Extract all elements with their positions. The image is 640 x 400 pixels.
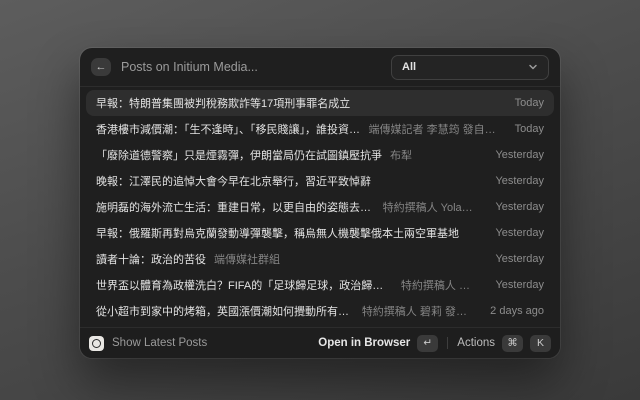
post-subtitle: 特約撰稿人 碧莉 發自倫敦 [362,303,472,319]
post-time: Yesterday [485,201,544,213]
post-time: Yesterday [485,227,544,239]
chevron-down-icon [528,62,538,72]
k-key-icon: K [530,335,551,352]
command-key-icon: ⌘ [502,335,523,352]
window-footer: Show Latest Posts Open in Browser ↵ Acti… [80,327,560,358]
post-subtitle: 特約撰稿人 Yolanda [383,199,478,215]
list-item[interactable]: 晚報：江澤民的追悼大會今早在北京舉行，習近平致悼辭 Yesterday [86,168,554,194]
extension-name: Show Latest Posts [112,337,207,349]
list-item[interactable]: 世界盃以體育為政權洗白？FIFA的「足球歸足球，政治歸政治」謊言揭秘 特約撰稿人… [86,272,554,298]
window-header: ← Posts on Initium Media... All [80,48,560,86]
post-title: 世界盃以體育為政權洗白？FIFA的「足球歸足球，政治歸政治」謊言揭秘 [96,277,393,293]
post-subtitle: 端傳媒社群組 [214,251,280,267]
back-arrow-icon: ← [96,61,107,73]
extension-icon [89,336,104,351]
list-item[interactable]: 從小超市到家中的烤箱，英國漲價潮如何攪動所有人的生活？ 特約撰稿人 碧莉 發自倫… [86,298,554,324]
post-title: 「廢除道德警察」只是煙霧彈，伊朗當局仍在試圖鎮壓抗爭 [96,147,382,163]
post-time: Yesterday [485,253,544,265]
list-item[interactable]: 香港樓市減價潮：「生不逢時」、「移民賤讓」，誰投資、誰離場？ 端傳媒記者 李慧筠… [86,116,554,142]
post-title: 施明磊的海外流亡生活：重建日常，以更自由的姿態去抗爭 [96,199,375,215]
raycast-window: ← Posts on Initium Media... All 早報：特朗普集團… [80,48,560,358]
post-list: 早報：特朗普集團被判稅務欺詐等17項刑事罪名成立 Today 香港樓市減價潮：「… [80,87,560,327]
return-key-icon: ↵ [417,335,438,352]
post-time: 2 days ago [480,305,544,317]
list-item[interactable]: 早報：特朗普集團被判稅務欺詐等17項刑事罪名成立 Today [86,90,554,116]
actions-button[interactable]: Actions [457,337,495,349]
post-time: Yesterday [485,175,544,187]
list-item[interactable]: 讀者十論：政治的苦役 端傳媒社群組 Yesterday [86,246,554,272]
post-title: 讀者十論：政治的苦役 [96,251,206,267]
post-title: 晚報：江澤民的追悼大會今早在北京舉行，習近平致悼辭 [96,173,371,189]
post-time: Today [505,123,544,135]
post-time: Yesterday [485,149,544,161]
footer-separator [447,337,448,349]
list-item[interactable]: 施明磊的海外流亡生活：重建日常，以更自由的姿態去抗爭 特約撰稿人 Yolanda… [86,194,554,220]
page-title: Posts on Initium Media... [121,60,258,74]
post-title: 早報：俄羅斯再對烏克蘭發動導彈襲擊，稱烏無人機襲擊俄本土兩空軍基地 [96,225,459,241]
open-in-browser-button[interactable]: Open in Browser [318,337,410,349]
post-subtitle: 特約撰稿人 鄧正健 [401,277,478,293]
post-subtitle: 端傳媒記者 李慧筠 發自新加坡 [369,121,497,137]
post-title: 從小超市到家中的烤箱，英國漲價潮如何攪動所有人的生活？ [96,303,354,319]
list-item[interactable]: 早報：俄羅斯再對烏克蘭發動導彈襲擊，稱烏無人機襲擊俄本土兩空軍基地 Yester… [86,220,554,246]
back-button[interactable]: ← [91,58,111,76]
post-title: 早報：特朗普集團被判稅務欺詐等17項刑事罪名成立 [96,95,350,111]
post-title: 香港樓市減價潮：「生不逢時」、「移民賤讓」，誰投資、誰離場？ [96,121,361,137]
post-time: Yesterday [485,279,544,291]
list-item[interactable]: 「廢除道德警察」只是煙霧彈，伊朗當局仍在試圖鎮壓抗爭 布犁 Yesterday [86,142,554,168]
filter-dropdown-value: All [402,61,416,73]
filter-dropdown[interactable]: All [391,55,549,80]
post-time: Today [505,97,544,109]
post-subtitle: 布犁 [390,147,412,163]
